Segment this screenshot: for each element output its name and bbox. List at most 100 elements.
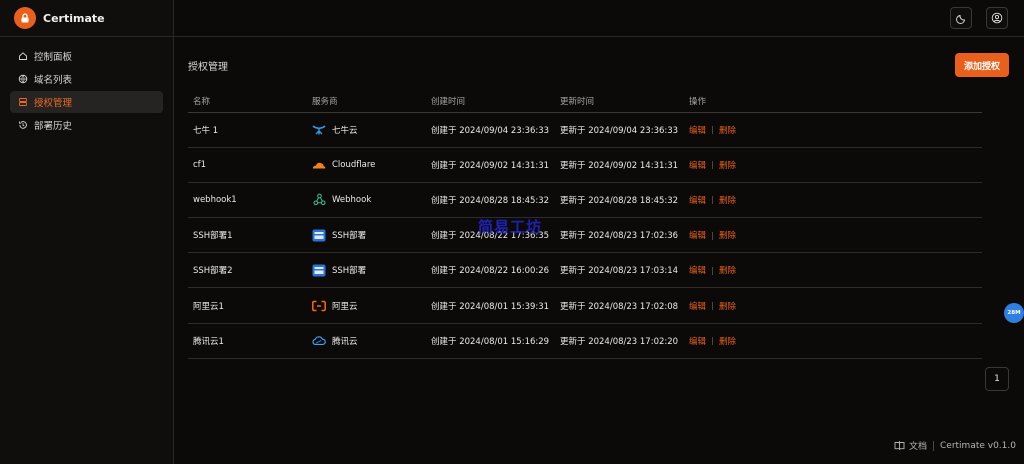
column-header-updated: 更新时间 — [555, 91, 684, 113]
globe-icon — [18, 74, 28, 84]
provider-name: 腾讯云 — [332, 336, 358, 347]
lock-icon — [14, 7, 36, 29]
provider-cell: SSH部署 — [307, 252, 426, 289]
table-row: 腾讯云1 腾讯云 创建于 2024/08/01 15:16:29 更新于 202… — [188, 323, 982, 359]
created-time: 创建于 2024/09/04 23:36:33 — [426, 112, 555, 148]
edit-button[interactable]: 编辑 — [689, 337, 706, 347]
qiniu-icon — [312, 123, 326, 137]
delete-button[interactable]: 删除 — [719, 231, 736, 241]
sidebar-item-domains[interactable]: 域名列表 — [10, 68, 163, 90]
theme-toggle-button[interactable] — [950, 7, 972, 29]
table-header: 名称 服务商 创建时间 更新时间 操作 — [188, 91, 982, 113]
column-header-created: 创建时间 — [426, 91, 555, 113]
access-name: 七牛 1 — [188, 112, 307, 148]
access-name: webhook1 — [188, 182, 307, 219]
ssh-icon — [312, 263, 326, 277]
action-divider — [712, 302, 714, 311]
table-row: SSH部署1 SSH部署 创建于 2024/08/22 17:36:35 更新于… — [188, 217, 982, 254]
edit-button[interactable]: 编辑 — [689, 161, 706, 171]
tencent-cloud-icon — [312, 334, 326, 348]
updated-time: 更新于 2024/08/28 18:45:32 — [555, 182, 684, 219]
brand[interactable]: Certimate — [0, 0, 173, 37]
floating-badge[interactable]: 28M — [1004, 303, 1024, 323]
version-label: Certimate v0.1.0 — [940, 440, 1016, 451]
delete-button[interactable]: 删除 — [719, 266, 736, 276]
sidebar-item-dashboard[interactable]: 控制面板 — [10, 45, 163, 67]
updated-time: 更新于 2024/08/23 17:03:14 — [555, 252, 684, 289]
actions-cell: 编辑 删除 — [684, 252, 982, 289]
sidebar: Certimate 控制面板 域名列表 授权管理 部署历史 — [0, 0, 174, 464]
provider-name: 阿里云 — [332, 301, 358, 312]
action-divider — [712, 161, 714, 170]
table-row: webhook1 Webhook 创建于 2024/08/28 18:45:32… — [188, 182, 982, 219]
provider-cell: Webhook — [307, 182, 426, 219]
edit-button[interactable]: 编辑 — [689, 302, 706, 312]
access-name: SSH部署2 — [188, 252, 307, 289]
created-time: 创建于 2024/08/22 16:00:26 — [426, 252, 555, 289]
user-menu-button[interactable] — [986, 7, 1008, 29]
home-icon — [18, 51, 28, 61]
provider-name: SSH部署 — [332, 266, 367, 277]
updated-time: 更新于 2024/09/04 23:36:33 — [555, 112, 684, 148]
actions-cell: 编辑 删除 — [684, 287, 982, 324]
table-row: 七牛 1 七牛云 创建于 2024/09/04 23:36:33 更新于 202… — [188, 112, 982, 148]
provider-cell: 七牛云 — [307, 112, 426, 148]
sidebar-item-history[interactable]: 部署历史 — [10, 114, 163, 136]
provider-name: Webhook — [332, 194, 372, 205]
created-time: 创建于 2024/08/28 18:45:32 — [426, 182, 555, 219]
action-divider — [712, 231, 714, 240]
sidebar-item-label: 域名列表 — [34, 75, 73, 86]
column-header-provider: 服务商 — [307, 91, 426, 113]
delete-button[interactable]: 删除 — [719, 161, 736, 171]
sidebar-item-label: 控制面板 — [34, 52, 73, 63]
table-row: SSH部署2 SSH部署 创建于 2024/08/22 16:00:26 更新于… — [188, 252, 982, 289]
action-divider — [712, 266, 714, 275]
provider-name: SSH部署 — [332, 231, 367, 242]
access-name: cf1 — [188, 147, 307, 183]
actions-cell: 编辑 删除 — [684, 217, 982, 254]
delete-button[interactable]: 删除 — [719, 302, 736, 312]
sidebar-item-label: 部署历史 — [34, 121, 73, 132]
updated-time: 更新于 2024/08/23 17:02:08 — [555, 287, 684, 324]
provider-cell: SSH部署 — [307, 217, 426, 254]
actions-cell: 编辑 删除 — [684, 147, 982, 183]
table-row: cf1 Cloudflare 创建于 2024/09/02 14:31:31 更… — [188, 147, 982, 183]
edit-button[interactable]: 编辑 — [689, 266, 706, 276]
ssh-icon — [312, 228, 326, 242]
cloudflare-icon — [312, 158, 326, 172]
footer: 文档 Certimate v0.1.0 — [894, 439, 1016, 452]
edit-button[interactable]: 编辑 — [689, 196, 706, 206]
main-content: 授权管理 添加授权 名称 服务商 创建时间 更新时间 操作 七牛 1 七牛云 创… — [174, 38, 1024, 464]
provider-cell: 阿里云 — [307, 287, 426, 324]
actions-cell: 编辑 删除 — [684, 182, 982, 219]
access-name: SSH部署1 — [188, 217, 307, 254]
delete-button[interactable]: 删除 — [719, 126, 736, 136]
page-title: 授权管理 — [188, 62, 228, 73]
server-icon — [18, 97, 28, 107]
provider-name: Cloudflare — [332, 159, 376, 170]
history-icon — [18, 120, 28, 130]
delete-button[interactable]: 删除 — [719, 337, 736, 347]
sidebar-nav: 控制面板 域名列表 授权管理 部署历史 — [0, 37, 173, 145]
pagination-page-button[interactable]: 1 — [985, 367, 1009, 391]
watermark-text: 简易工坊 — [478, 218, 543, 236]
provider-cell: 腾讯云 — [307, 323, 426, 359]
add-access-button[interactable]: 添加授权 — [955, 53, 1009, 77]
delete-button[interactable]: 删除 — [719, 196, 736, 206]
access-name: 腾讯云1 — [188, 323, 307, 359]
action-divider — [712, 126, 714, 135]
table-row: 阿里云1 阿里云 创建于 2024/08/01 15:39:31 更新于 202… — [188, 287, 982, 324]
action-divider — [712, 196, 714, 205]
aliyun-icon — [312, 299, 326, 313]
docs-link[interactable]: 文档 — [909, 439, 927, 452]
app-name: Certimate — [43, 11, 105, 25]
updated-time: 更新于 2024/09/02 14:31:31 — [555, 147, 684, 183]
edit-button[interactable]: 编辑 — [689, 126, 706, 136]
actions-cell: 编辑 删除 — [684, 323, 982, 359]
edit-button[interactable]: 编辑 — [689, 231, 706, 241]
provider-name: 七牛云 — [332, 125, 358, 136]
sidebar-item-access[interactable]: 授权管理 — [10, 91, 163, 113]
column-header-name: 名称 — [188, 91, 307, 113]
user-circle-icon — [991, 9, 1003, 28]
updated-time: 更新于 2024/08/23 17:02:20 — [555, 323, 684, 359]
